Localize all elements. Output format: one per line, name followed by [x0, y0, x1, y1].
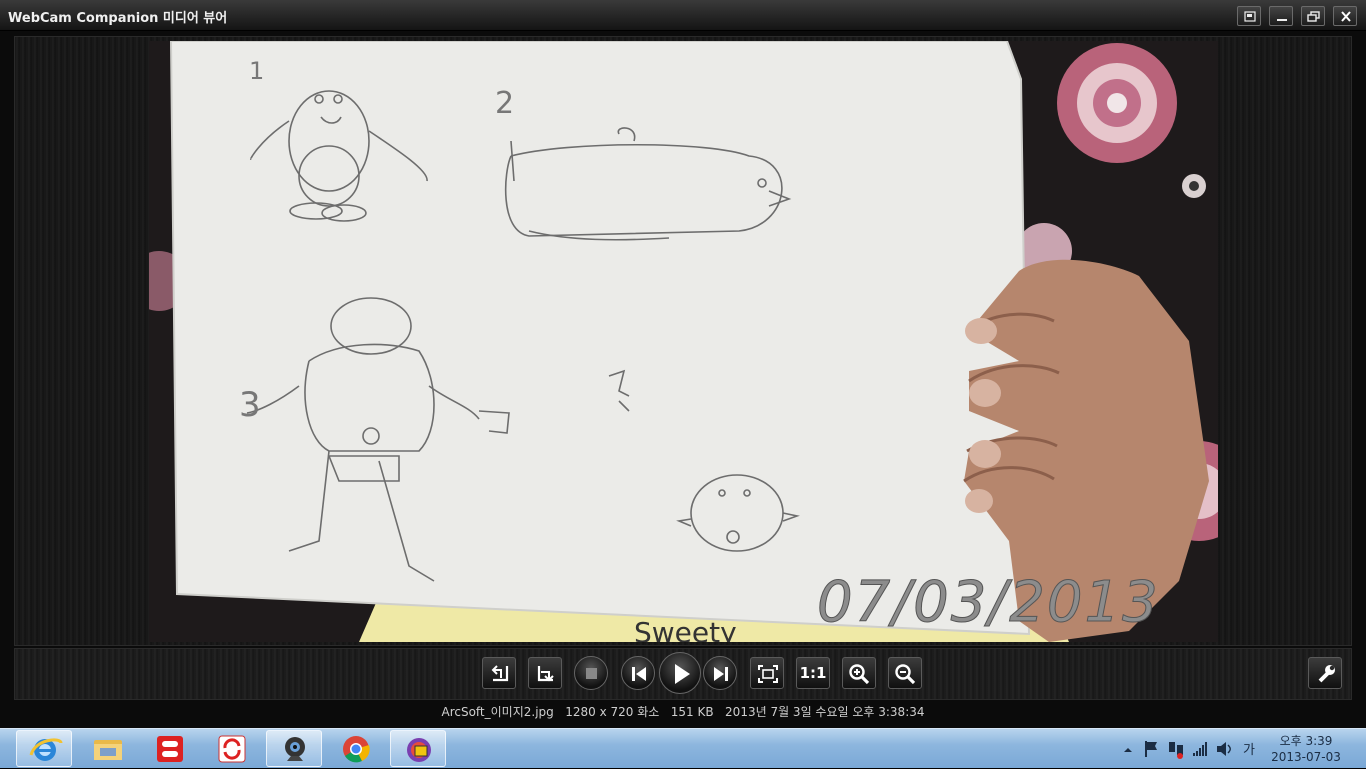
clock-time: 오후 3:39 [1279, 734, 1333, 748]
photo-image: 1 2 3 Sweety 07/03/2013 [149, 41, 1218, 642]
compact-mode-button[interactable] [1237, 6, 1261, 26]
ime-indicator[interactable]: 가 [1243, 739, 1255, 758]
next-icon [714, 667, 728, 681]
taskbar-arcsoft-app[interactable] [142, 730, 198, 767]
status-date: 2013년 7월 3일 수요일 오후 3:38:34 [725, 705, 925, 719]
taskbar-sync-app[interactable] [204, 730, 260, 767]
clock-date: 2013-07-03 [1271, 750, 1341, 764]
system-tray [1120, 729, 1240, 769]
status-size: 151 KB [670, 705, 714, 719]
webcam-icon [285, 737, 305, 761]
status-filename: ArcSoft_이미지2.jpg [441, 705, 554, 719]
wrench-icon [1318, 665, 1335, 683]
taskbar-file-explorer[interactable] [80, 730, 136, 767]
zoom-in-icon [849, 664, 870, 685]
arcsoft-icon [157, 736, 183, 762]
title-bar[interactable]: WebCam Companion 미디어 뷰어 [0, 0, 1366, 31]
label-2: 2 [495, 86, 514, 121]
next-button[interactable] [703, 656, 737, 690]
taskbar-media-viewer[interactable] [390, 730, 446, 767]
rotate-right-icon [537, 666, 554, 682]
status-dimensions: 1280 x 720 화소 [565, 705, 660, 719]
close-icon [1341, 11, 1351, 22]
taskbar [0, 728, 1366, 768]
fit-screen-icon [758, 665, 778, 683]
signature-text: Sweety [634, 616, 737, 642]
action-center-flag-icon[interactable] [1142, 729, 1162, 769]
chrome-icon [343, 736, 370, 763]
rotate-right-button[interactable] [528, 657, 562, 689]
rotate-left-icon [491, 665, 509, 682]
label-3: 3 [239, 385, 261, 425]
previous-button[interactable] [621, 656, 655, 690]
compact-icon [1244, 11, 1256, 22]
zoom-out-icon [895, 664, 916, 685]
taskbar-internet-explorer[interactable] [16, 730, 72, 767]
volume-icon[interactable] [1214, 729, 1234, 769]
play-icon [675, 664, 690, 684]
previous-icon [632, 667, 646, 681]
restore-icon [1307, 11, 1320, 22]
minimize-icon [1277, 19, 1287, 21]
restore-button[interactable] [1301, 6, 1325, 26]
media-viewer-window: WebCam Companion 미디어 뷰어 1 2 3 Sweety 07/… [0, 0, 1366, 728]
actual-size-label: 1:1 [799, 664, 827, 682]
label-1: 1 [249, 57, 264, 85]
webcam-photo: 1 2 3 Sweety 07/03/2013 [149, 41, 1218, 642]
stop-button[interactable] [574, 656, 608, 690]
network-status-icon[interactable] [1166, 729, 1186, 769]
play-button[interactable] [659, 652, 701, 694]
actual-size-button[interactable]: 1:1 [796, 657, 830, 689]
taskbar-clock[interactable]: 오후 3:39 2013-07-03 [1266, 733, 1346, 765]
signal-strength-icon[interactable] [1190, 729, 1210, 769]
window-title: WebCam Companion 미디어 뷰어 [8, 11, 228, 26]
settings-button[interactable] [1308, 657, 1342, 689]
rotate-left-button[interactable] [482, 657, 516, 689]
show-hidden-icons-icon[interactable] [1120, 729, 1136, 769]
zoom-out-button[interactable] [888, 657, 922, 689]
close-button[interactable] [1333, 6, 1357, 26]
internet-explorer-icon [29, 738, 63, 761]
folder-icon [94, 740, 122, 760]
minimize-button[interactable] [1269, 6, 1293, 26]
zoom-in-button[interactable] [842, 657, 876, 689]
stop-icon [586, 668, 597, 679]
paper [171, 41, 1029, 634]
taskbar-chrome[interactable] [328, 730, 384, 767]
taskbar-webcam-companion[interactable] [266, 730, 322, 767]
sync-icon [218, 735, 246, 763]
fit-to-window-button[interactable] [750, 657, 784, 689]
media-viewer-icon [407, 738, 431, 762]
timestamp-overlay: 07/03/2013 [817, 570, 1160, 635]
status-bar: ArcSoft_이미지2.jpg 1280 x 720 화소 151 KB 20… [0, 703, 1366, 719]
